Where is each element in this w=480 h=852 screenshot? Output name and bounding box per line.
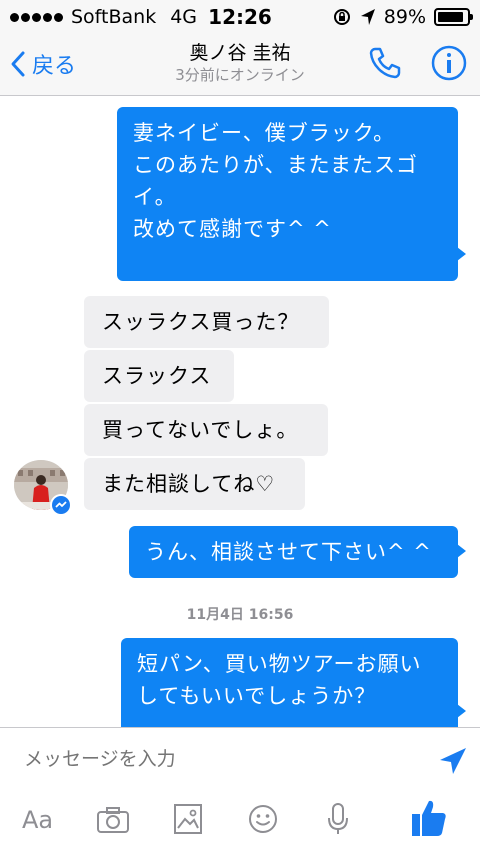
message-line: イ。 bbox=[133, 185, 177, 209]
message-line: してもいいでしょうか？ bbox=[137, 684, 377, 708]
info-icon[interactable] bbox=[430, 44, 468, 82]
battery-percent: 89% bbox=[383, 6, 426, 28]
conversation-header: 戻る 奥ノ谷 圭祐 3分前にオンライン bbox=[0, 34, 480, 96]
send-icon[interactable] bbox=[438, 746, 468, 776]
message-text: 買ってないでしょ。 bbox=[102, 418, 299, 442]
location-arrow-icon bbox=[360, 9, 375, 25]
outgoing-message[interactable]: 妻ネイビー、僕ブラック。 このあたりが、またまたスゴ イ。 改めて感謝です^ ^ bbox=[117, 107, 466, 281]
text-format-button[interactable]: Aa bbox=[22, 806, 53, 834]
outgoing-message[interactable]: うん、相談させて下さい^ ^ bbox=[129, 526, 466, 578]
battery-level-fill bbox=[438, 12, 463, 22]
message-text: うん、相談させて下さい^ ^ bbox=[145, 540, 432, 564]
incoming-message[interactable]: スラックス bbox=[84, 350, 234, 402]
status-bar: SoftBank 4G 12:26 89% bbox=[0, 0, 480, 34]
like-thumbs-up-icon[interactable] bbox=[410, 798, 448, 838]
message-composer: Aa bbox=[0, 727, 480, 852]
emoji-icon[interactable] bbox=[248, 804, 278, 834]
message-timestamp: 11月4日 16:56 bbox=[186, 607, 294, 623]
message-text: スッラクス買った？ bbox=[102, 310, 300, 334]
message-input[interactable] bbox=[24, 748, 404, 770]
messenger-badge-icon bbox=[50, 494, 72, 516]
photo-gallery-icon[interactable] bbox=[172, 802, 204, 836]
camera-icon[interactable] bbox=[96, 806, 130, 834]
battery-icon bbox=[434, 8, 473, 26]
message-line: 短パン、買い物ツアーお願い bbox=[137, 652, 422, 676]
online-status: 3分前にオンライン bbox=[175, 66, 305, 84]
composer-toolbar: Aa bbox=[0, 800, 480, 850]
message-text: また相談してね♡ bbox=[102, 472, 276, 496]
message-text: スラックス bbox=[102, 364, 212, 388]
message-line: 改めて感謝です^ ^ bbox=[133, 217, 332, 241]
contact-name: 奥ノ谷 圭祐 bbox=[189, 42, 291, 64]
incoming-message[interactable]: スッラクス買った？ bbox=[84, 296, 329, 348]
phone-icon[interactable] bbox=[366, 44, 404, 82]
incoming-message[interactable]: 買ってないでしょ。 bbox=[84, 404, 328, 456]
outgoing-message[interactable]: 短パン、買い物ツアーお願い してもいいでしょうか？ bbox=[121, 638, 466, 738]
microphone-icon[interactable] bbox=[326, 802, 350, 836]
message-line: このあたりが、またまたスゴ bbox=[133, 153, 418, 177]
incoming-message[interactable]: また相談してね♡ bbox=[84, 458, 305, 510]
rotation-lock-icon bbox=[333, 9, 350, 25]
message-line: 妻ネイビー、僕ブラック。 bbox=[133, 121, 396, 145]
